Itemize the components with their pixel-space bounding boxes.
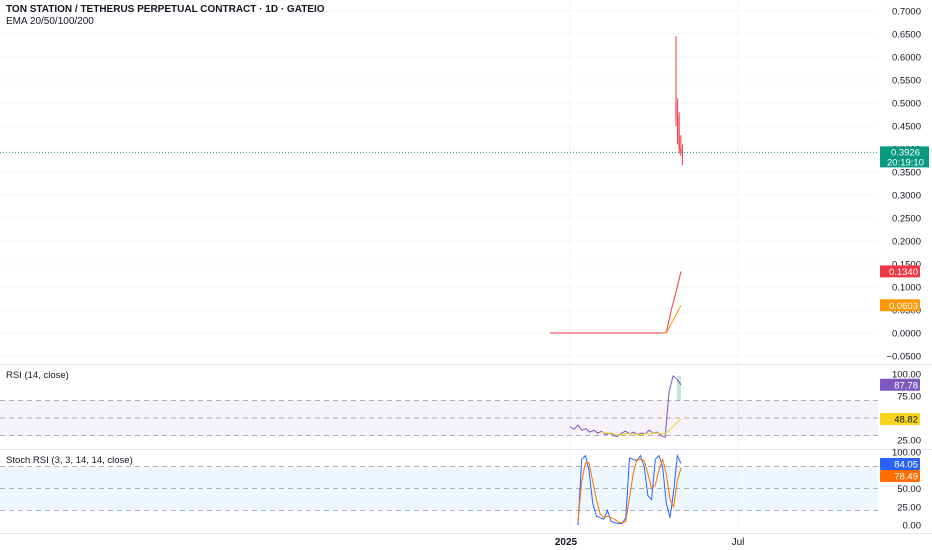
price-tick-label: 0.1000 [892, 283, 921, 294]
chart-title: TON STATION / TETHERUS PERPETUAL CONTRAC… [6, 4, 325, 15]
ema-indicator-label[interactable]: EMA 20/50/100/200 [6, 16, 94, 27]
stoch-tick-label: 50.00 [897, 484, 921, 495]
rsi-value: 87.78 [894, 380, 918, 391]
price-tick-label: 0.3000 [892, 191, 921, 202]
price-tick-label: 0.5500 [892, 76, 921, 87]
chart-canvas[interactable]: 0.70000.65000.60000.55000.50000.45000.40… [0, 0, 932, 550]
stoch-k-value: 84.05 [894, 460, 918, 471]
candle-body [678, 135, 680, 149]
price-tick-label: 0.4500 [892, 122, 921, 133]
ema-red-value: 0.1340 [889, 267, 918, 278]
bar-countdown: 20:19:10 [887, 157, 924, 168]
candle-body [677, 116, 679, 136]
price-tick-label: −0.0500 [886, 352, 921, 363]
candle-body [680, 149, 682, 152]
stoch-tick-label: 100.00 [892, 448, 921, 459]
ema-orange-value: 0.0603 [889, 301, 918, 312]
price-tick-label: 0.3500 [892, 168, 921, 179]
stoch-rsi-pane-label[interactable]: Stoch RSI (3, 3, 14, 14, close) [6, 455, 133, 466]
time-tick-label: 2025 [555, 537, 578, 548]
stoch-band-fill [0, 466, 878, 511]
price-tick-label: 0.6500 [892, 30, 921, 41]
rsi-tick-label: 25.00 [897, 436, 921, 447]
price-tick-label: 0.2000 [892, 237, 921, 248]
candle-body [675, 103, 677, 117]
price-tick-label: 0.5000 [892, 99, 921, 110]
price-tick-label: 0.7000 [892, 7, 921, 18]
price-tick-label: 0.6000 [892, 53, 921, 64]
rsi-pane-label[interactable]: RSI (14, close) [6, 370, 69, 381]
rsi-band-fill [0, 400, 878, 436]
candle-body [681, 151, 683, 153]
rsi-tick-label: 75.00 [897, 392, 921, 403]
time-tick-label: Jul [732, 537, 745, 548]
stoch-tick-label: 25.00 [897, 502, 921, 513]
rsi-ma-value: 48.82 [894, 415, 918, 426]
price-tick-label: 0.0000 [892, 329, 921, 340]
rsi-overbought-fill [677, 375, 681, 401]
stoch-tick-label: 0.00 [903, 521, 922, 532]
stoch-d-value: 78.49 [894, 472, 918, 483]
price-tick-label: 0.2500 [892, 214, 921, 225]
